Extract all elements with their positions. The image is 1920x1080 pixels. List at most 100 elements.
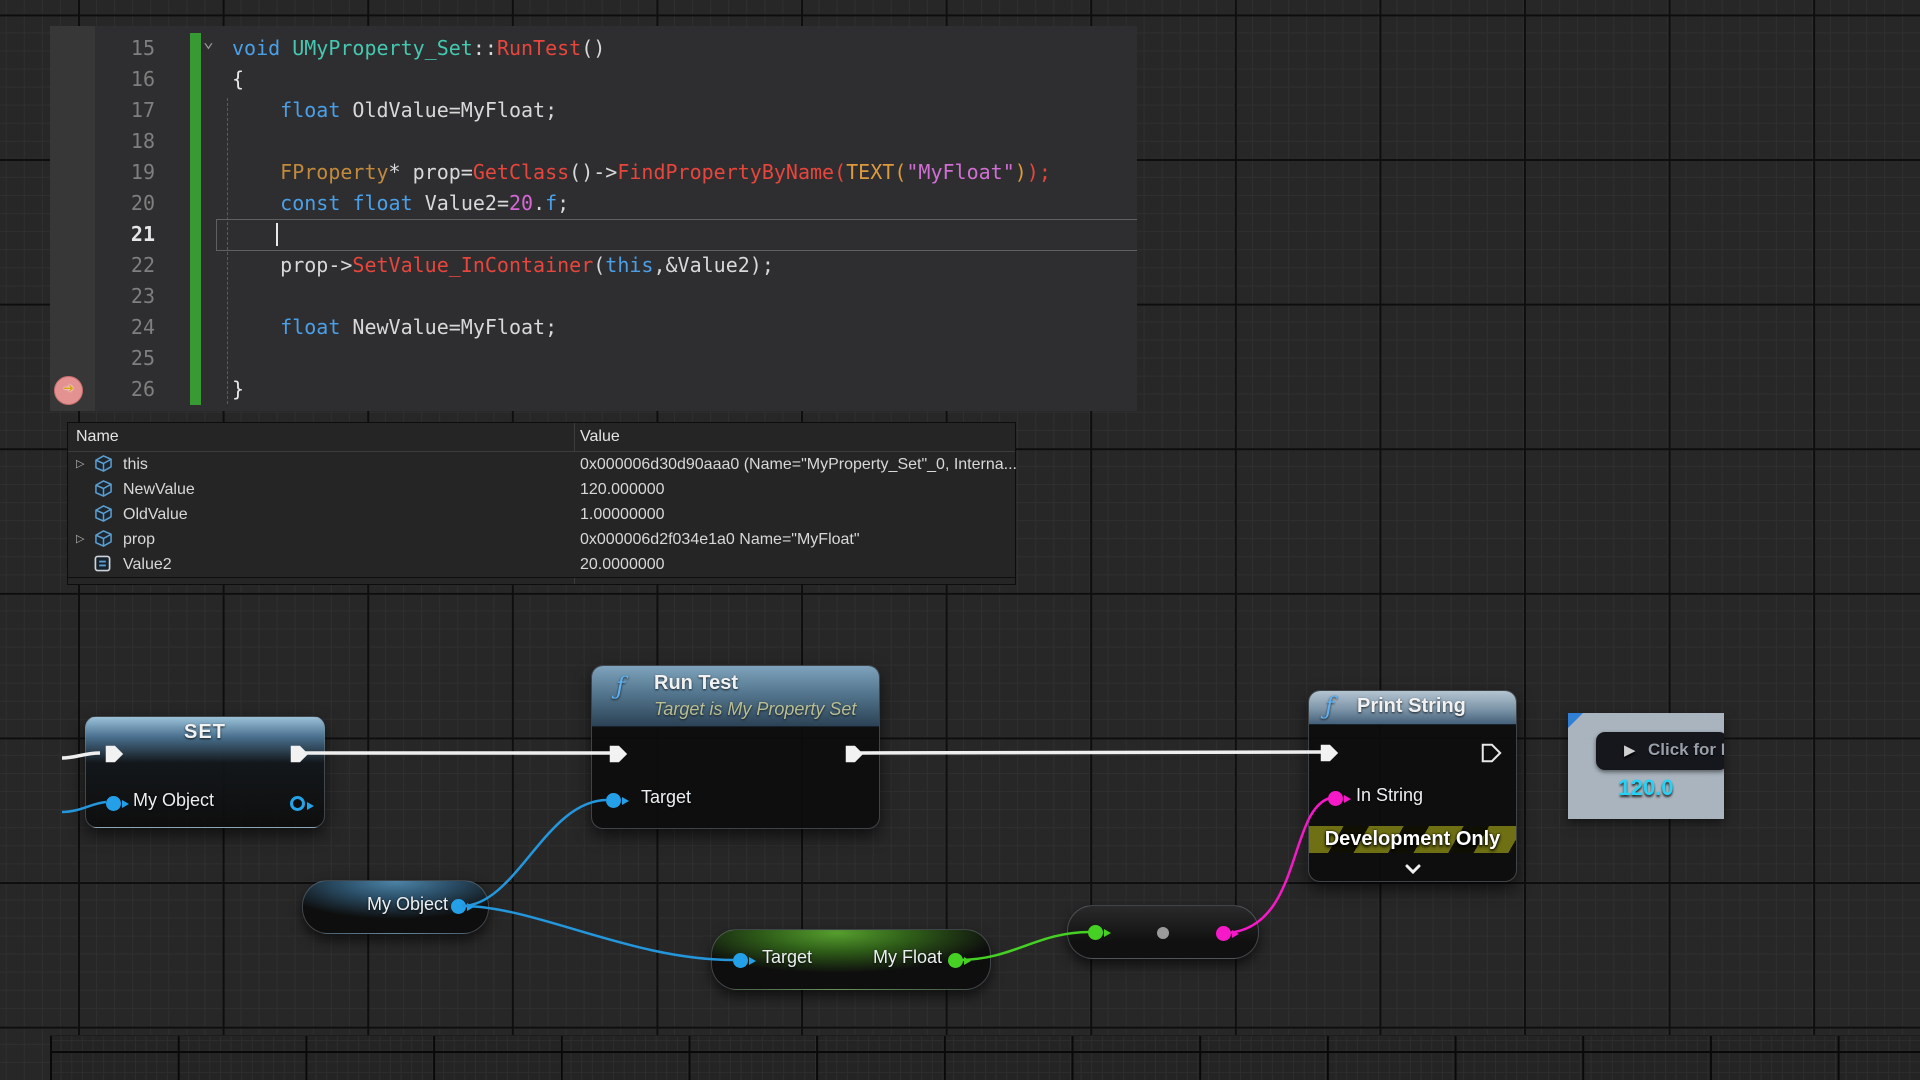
line-number[interactable]: 24: [50, 312, 155, 343]
line-number[interactable]: 20: [50, 188, 155, 219]
line-number[interactable]: 18: [50, 126, 155, 157]
code-line-17[interactable]: 17 float OldValue=MyFloat;: [50, 95, 1137, 126]
code-line-16[interactable]: 16 {: [50, 64, 1137, 95]
print-string-title: Print String: [1357, 695, 1466, 718]
exec-in-pin[interactable]: [103, 743, 125, 765]
variable-name[interactable]: NewValue: [123, 477, 195, 502]
target-input-pin[interactable]: [733, 953, 748, 968]
exec-out-pin[interactable]: [1480, 742, 1502, 764]
code-line-25[interactable]: 25: [50, 343, 1137, 374]
run-test-node[interactable]: ƒ Run Test Target is My Property Set Tar…: [591, 665, 880, 829]
code-lines[interactable]: 15 void UMyProperty_Set::RunTest()16 {17 f…: [50, 33, 1137, 411]
name-column-header[interactable]: Name: [76, 423, 119, 451]
target-input-pin[interactable]: [606, 793, 621, 808]
target-label: Target: [762, 947, 812, 968]
development-only-banner: Development Only: [1309, 826, 1516, 853]
set-node-title: SET: [86, 721, 324, 744]
variable-name[interactable]: this: [123, 452, 148, 477]
code-text: const float Value2=20.f;: [232, 188, 569, 219]
code-line-27[interactable]: 27: [50, 405, 1137, 411]
watch-header-row: Name Value: [68, 423, 1015, 452]
click-for-node-label: Click for N: [1648, 740, 1724, 760]
secondary-graph-band: [50, 1035, 1920, 1080]
object-wire-myobject-to-getter[interactable]: [462, 906, 734, 960]
watch-row-Value2[interactable]: Value2 20.0000000: [68, 552, 1015, 578]
line-number[interactable]: 17: [50, 95, 155, 126]
line-number[interactable]: 15: [50, 33, 155, 64]
run-test-subtitle: Target is My Property Set: [654, 699, 856, 720]
code-line-23[interactable]: 23: [50, 281, 1137, 312]
watch-window[interactable]: Name Value ▷ this 0x000006d30d90aaa0 (Name…: [67, 422, 1016, 585]
line-number[interactable]: 26: [50, 374, 155, 405]
variable-name[interactable]: Value2: [123, 552, 172, 577]
wildcard-dot-icon: [1157, 927, 1169, 939]
watch-row-this[interactable]: ▷ this 0x000006d30d90aaa0 (Name="MyPropert…: [68, 452, 1015, 478]
target-input-pin-label: Target: [641, 787, 691, 808]
variable-value[interactable]: 120.000000: [580, 477, 665, 502]
variable-value[interactable]: 20.0000000: [580, 552, 665, 577]
in-string-input-pin[interactable]: [1328, 791, 1343, 806]
float-input-pin[interactable]: [1088, 925, 1103, 940]
code-line-20[interactable]: 20 const float Value2=20.f;: [50, 188, 1137, 219]
line-number[interactable]: 19: [50, 157, 155, 188]
value-column-header[interactable]: Value: [580, 423, 620, 451]
debug-watch-value: 120.0: [1568, 775, 1724, 801]
object-input-pin-label: My Object: [133, 790, 214, 811]
print-string-node[interactable]: ƒ Print String In String Development Onl…: [1308, 690, 1517, 882]
function-icon: ƒ: [1325, 692, 1334, 720]
code-text: }: [232, 374, 244, 405]
code-line-24[interactable]: 24 float NewValue=MyFloat;: [50, 312, 1137, 343]
expand-caret-icon[interactable]: ▷: [76, 527, 84, 552]
code-line-21[interactable]: 21: [50, 219, 1137, 250]
my-float-getter-node[interactable]: Target My Float: [711, 929, 991, 990]
code-line-15[interactable]: 15 void UMyProperty_Set::RunTest(): [50, 33, 1137, 64]
variable-value[interactable]: 0x000006d30d90aaa0 (Name="MyProperty_Set…: [580, 452, 1017, 477]
exec-wire-runtest-to-printstring[interactable]: [860, 752, 1322, 753]
expand-chevron-icon[interactable]: [1405, 861, 1421, 879]
line-number[interactable]: 25: [50, 343, 155, 374]
run-test-title: Run Test: [654, 672, 738, 695]
variable-name[interactable]: prop: [123, 527, 155, 552]
watch-row-NewValue[interactable]: NewValue 120.000000: [68, 477, 1015, 503]
code-line-18[interactable]: 18: [50, 126, 1137, 157]
exec-in-pin[interactable]: [607, 743, 629, 765]
my-float-label: My Float: [873, 947, 942, 968]
watch-row-prop[interactable]: ▷ prop 0x000006d2f034e1a0 Name="MyFloat": [68, 527, 1015, 553]
bubble-corner-icon: [1568, 713, 1583, 728]
object-input-pin[interactable]: [106, 796, 121, 811]
line-number[interactable]: 23: [50, 281, 155, 312]
line-number[interactable]: 16: [50, 64, 155, 95]
code-text: float OldValue=MyFloat;: [232, 95, 557, 126]
code-text: float NewValue=MyFloat;: [232, 312, 557, 343]
code-line-19[interactable]: 19 FProperty* prop=GetClass()->FindPrope…: [50, 157, 1137, 188]
expand-caret-icon[interactable]: ▷: [76, 452, 84, 477]
code-text: prop->SetValue_InContainer(this,&Value2)…: [232, 250, 774, 281]
code-text: {: [232, 64, 244, 95]
function-icon: ƒ: [616, 672, 625, 700]
watch-row-OldValue[interactable]: OldValue 1.00000000: [68, 502, 1015, 528]
value-box-icon: [94, 555, 111, 580]
line-number[interactable]: 27: [50, 405, 155, 411]
line-number[interactable]: 22: [50, 250, 155, 281]
set-node[interactable]: SET My Object: [85, 716, 325, 828]
object-output-pin[interactable]: [290, 796, 305, 811]
unreal-blueprint-debug-screen: SET My Object ƒ Run Test Target is My Pr…: [0, 0, 1920, 1080]
variable-name[interactable]: OldValue: [123, 502, 188, 527]
text-caret: [276, 223, 278, 246]
line-number[interactable]: 21: [50, 219, 155, 250]
variable-value[interactable]: 0x000006d2f034e1a0 Name="MyFloat": [580, 527, 860, 552]
debug-value-bubble[interactable]: ▶ Click for N 120.0: [1568, 713, 1724, 819]
code-line-22[interactable]: 22 prop->SetValue_InContainer(this,&Valu…: [50, 250, 1137, 281]
print-string-header: ƒ Print String: [1309, 691, 1516, 725]
my-object-label: My Object: [367, 894, 448, 915]
in-string-pin-label: In String: [1356, 785, 1423, 806]
code-text: FProperty* prop=GetClass()->FindProperty…: [232, 157, 1051, 188]
code-editor-panel[interactable]: ⌄ ➜ 15void UMyProperty_Set::RunTest()16{…: [50, 26, 1137, 411]
variable-value[interactable]: 1.00000000: [580, 502, 665, 527]
click-for-node-button[interactable]: ▶ Click for N: [1596, 732, 1724, 770]
code-text: void UMyProperty_Set::RunTest(): [232, 33, 605, 64]
code-line-26[interactable]: 26}: [50, 374, 1137, 405]
my-object-getter-node[interactable]: My Object: [302, 880, 489, 934]
run-test-header: ƒ Run Test Target is My Property Set: [592, 666, 879, 727]
play-cursor-icon: ▶: [1624, 741, 1636, 759]
